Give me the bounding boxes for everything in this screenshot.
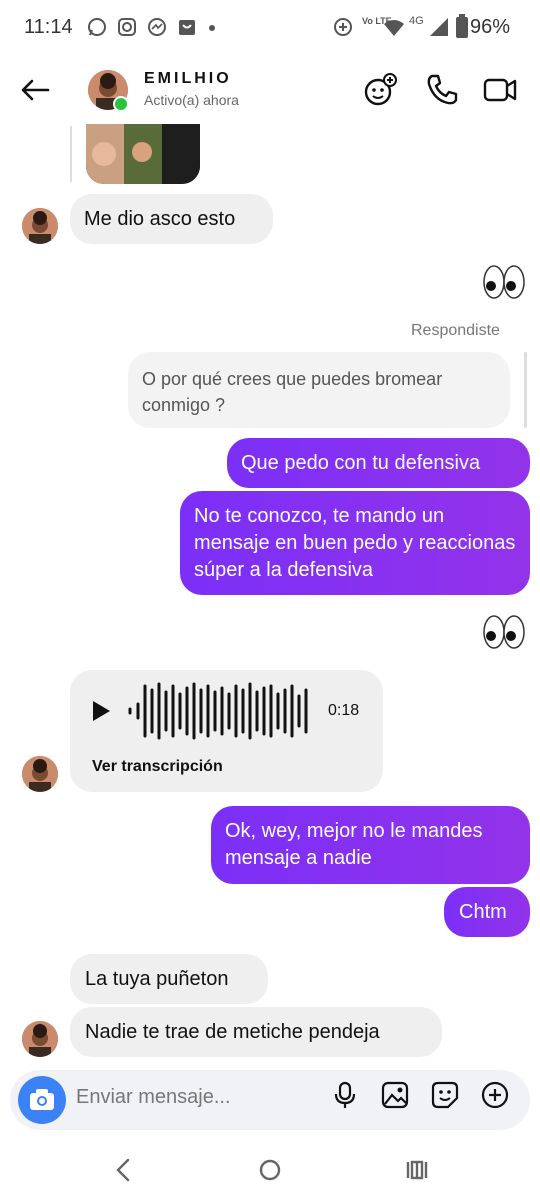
contact-status: Activo(a) ahora (144, 92, 239, 108)
view-transcription-link[interactable]: Ver transcripción (92, 758, 223, 776)
message-bubble-outgoing[interactable]: Que pedo con tu defensiva (227, 438, 530, 488)
message-text: Que pedo con tu defensiva (241, 452, 481, 474)
message-bubble-incoming[interactable]: La tuya puñeton (70, 954, 268, 1004)
nav-back-icon[interactable] (112, 1156, 136, 1184)
eyes-icon (483, 265, 525, 299)
microphone-icon[interactable] (330, 1080, 360, 1110)
quoted-text: O por qué crees que puedes bromear conmi… (142, 369, 443, 415)
message-bubble-outgoing[interactable]: No te conozco, te mando un mensaje en bu… (180, 491, 530, 595)
messenger-icon (148, 18, 166, 36)
add-plus-icon[interactable] (480, 1080, 510, 1110)
online-status-dot (113, 96, 129, 112)
dot-icon (209, 25, 215, 31)
camera-button[interactable] (18, 1076, 66, 1124)
message-text: Me dio asco esto (84, 208, 236, 230)
shared-image[interactable] (86, 124, 200, 184)
sender-avatar[interactable] (22, 1021, 58, 1057)
nav-recents-icon[interactable] (404, 1158, 430, 1182)
data-saver-icon (334, 18, 352, 36)
message-bubble-incoming[interactable]: Nadie te trae de metiche pendeja (70, 1007, 442, 1057)
wifi-icon (384, 20, 404, 36)
reply-label: Respondiste (411, 322, 500, 339)
shop-icon (179, 20, 195, 35)
camera-icon (30, 1089, 54, 1110)
reply-thread-line (70, 126, 72, 182)
sender-avatar[interactable] (22, 756, 58, 792)
waveform[interactable] (128, 682, 318, 740)
message-text: Chtm (459, 901, 507, 923)
back-arrow-icon[interactable] (18, 72, 54, 108)
phone-call-icon[interactable] (424, 72, 460, 108)
message-text: La tuya puñeton (85, 968, 229, 990)
nav-home-icon[interactable] (258, 1158, 282, 1182)
message-text: Ok, wey, mejor no le mandes mensaje a na… (225, 820, 483, 869)
play-icon[interactable] (88, 698, 114, 724)
eyes-reaction[interactable] (482, 614, 526, 655)
message-bubble-outgoing[interactable]: Chtm (444, 887, 530, 937)
sticker-icon[interactable] (430, 1080, 460, 1110)
message-text: Nadie te trae de metiche pendeja (85, 1021, 380, 1043)
reply-thread-line (524, 352, 527, 428)
message-bubble-incoming[interactable]: Me dio asco esto (70, 194, 273, 244)
status-bar: 11:14 Vo LTE 4G 96% (0, 0, 540, 56)
add-effects-icon[interactable] (362, 72, 398, 108)
sender-avatar[interactable] (22, 208, 58, 244)
voice-duration: 0:18 (328, 702, 360, 719)
voice-message-bubble[interactable]: 0:18 Ver transcripción (70, 670, 383, 792)
instagram-icon (118, 18, 136, 36)
message-bubble-outgoing[interactable]: Ok, wey, mejor no le mandes mensaje a na… (211, 806, 530, 884)
message-text: No te conozco, te mando un mensaje en bu… (194, 505, 516, 581)
battery-percent: 96% (470, 16, 511, 38)
battery-icon (456, 14, 468, 38)
eyes-reaction[interactable] (482, 264, 526, 308)
eyes-icon (483, 615, 525, 649)
whatsapp-icon (88, 18, 106, 36)
gallery-icon[interactable] (380, 1080, 410, 1110)
status-time: 11:14 (24, 16, 73, 38)
signal-icon (430, 18, 448, 36)
message-input[interactable]: Enviar mensaje... (76, 1086, 231, 1109)
contact-name[interactable]: EMILHIO (144, 70, 232, 88)
network-type: 4G (409, 15, 424, 27)
video-call-icon[interactable] (482, 72, 518, 108)
quoted-message[interactable]: O por qué crees que puedes bromear conmi… (128, 352, 510, 428)
